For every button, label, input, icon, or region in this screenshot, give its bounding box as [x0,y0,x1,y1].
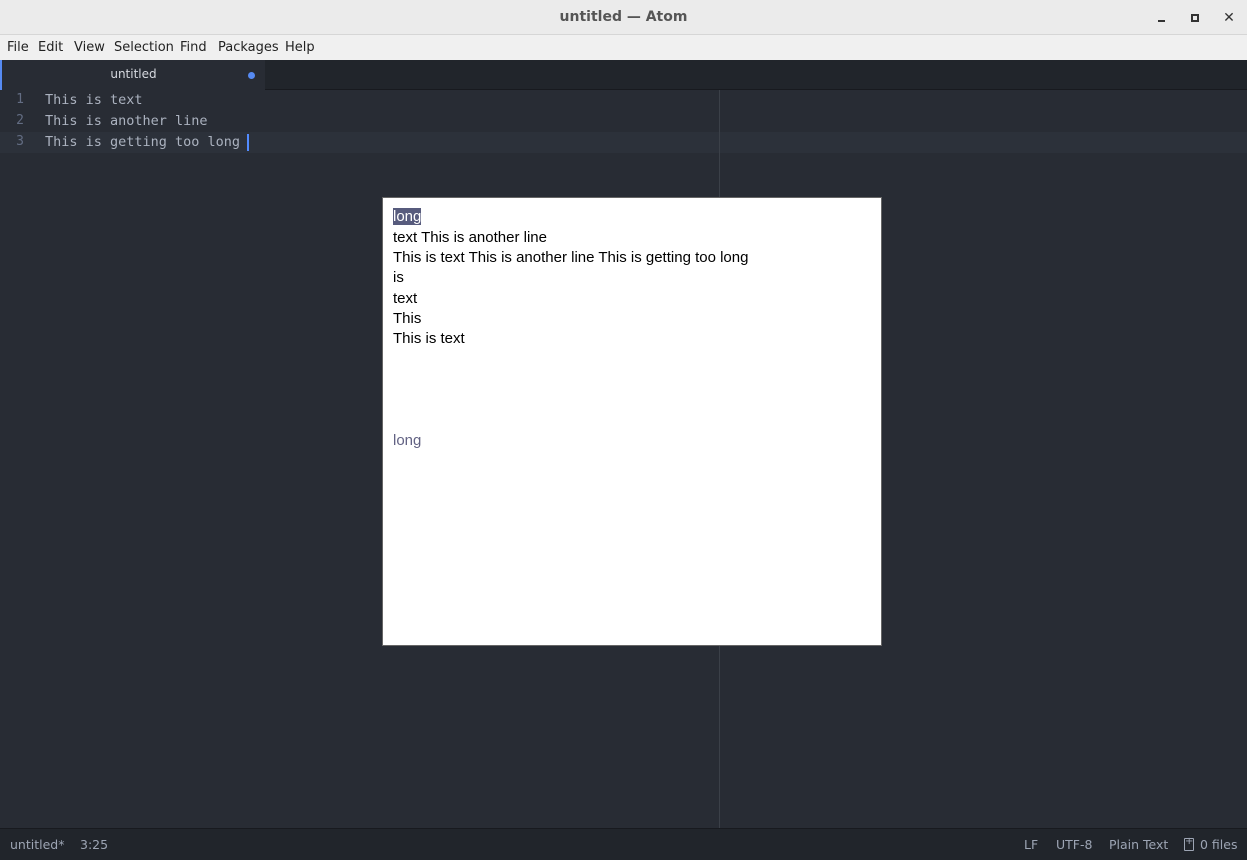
line-number: 3 [16,134,24,149]
status-line-ending[interactable]: LF [1024,837,1038,852]
line-number: 1 [16,92,24,107]
suggestion-description: long [393,432,422,449]
tab-untitled[interactable]: untitled [0,60,265,90]
suggestion-item-selected[interactable]: long [393,208,422,225]
menu-packages[interactable]: Packages [218,40,279,55]
menu-find[interactable]: Find [180,40,207,55]
status-encoding[interactable]: UTF-8 [1056,837,1092,852]
maximize-icon [1191,14,1199,22]
maximize-button[interactable] [1187,10,1203,26]
menu-selection[interactable]: Selection [114,40,174,55]
line-text[interactable]: This is text [45,92,143,108]
editor-line-active: 3 This is getting too long [0,132,1247,153]
suggestion-item[interactable]: text [393,290,417,307]
status-cursor-position[interactable]: 3:25 [80,837,108,852]
close-button[interactable]: ✕ [1221,10,1237,26]
suggestion-item[interactable]: is [393,269,404,286]
suggestion-item[interactable]: text This is another line [393,229,547,246]
menu-help[interactable]: Help [285,40,315,55]
tab-title: untitled [110,67,157,81]
text-cursor [247,134,249,151]
suggestion-item[interactable]: This is text [393,330,465,347]
status-bar: untitled* 3:25 LF UTF-8 Plain Text 0 fil… [0,828,1247,860]
line-text[interactable]: This is getting too long [45,134,240,150]
autocomplete-popup: long text This is another line This is t… [382,197,882,646]
suggestion-item[interactable]: This [393,310,421,327]
minimize-icon [1157,20,1165,22]
menu-edit[interactable]: Edit [38,40,63,55]
menu-view[interactable]: View [74,40,105,55]
menu-bar: File Edit View Selection Find Packages H… [0,35,1247,60]
title-bar: untitled — Atom ✕ [0,0,1247,35]
status-files[interactable]: 0 files [1200,837,1237,852]
editor-line: 2 This is another line [0,111,1247,132]
suggestion-item[interactable]: This is text This is another line This i… [393,249,748,266]
status-grammar[interactable]: Plain Text [1109,837,1168,852]
git-files-icon [1184,836,1194,851]
close-icon: ✕ [1223,10,1235,26]
line-text[interactable]: This is another line [45,113,208,129]
tab-bar: untitled [0,60,1247,90]
window-title: untitled — Atom [559,9,688,25]
modified-dot-icon[interactable] [248,72,255,79]
editor-line: 1 This is text [0,90,1247,111]
minimize-button[interactable] [1153,10,1169,26]
suggestion-text: long [393,208,422,225]
status-file-name[interactable]: untitled* [10,837,64,852]
menu-file[interactable]: File [7,40,29,55]
line-number: 2 [16,113,24,128]
